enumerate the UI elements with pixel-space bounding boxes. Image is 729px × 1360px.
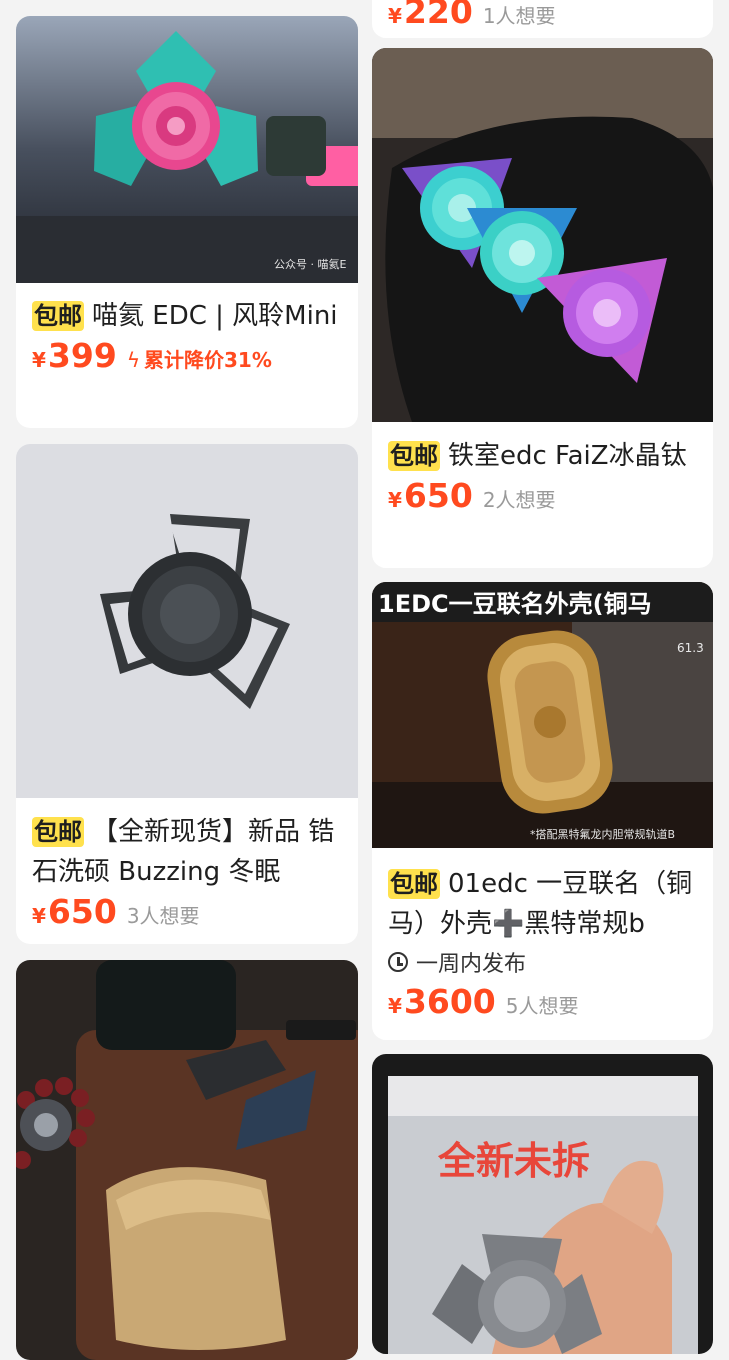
product-title: 包邮 01edc 一豆联名（铜马）外壳➕黑特常规b: [388, 864, 697, 944]
want-count: 2人想要: [482, 488, 556, 512]
price-row: ¥ 650 2人想要: [388, 476, 697, 515]
price: 3600: [403, 982, 496, 1021]
product-image[interactable]: 全新未拆: [372, 1054, 713, 1354]
free-shipping-tag: 包邮: [32, 817, 84, 847]
price-row: ¥ 650 3人想要: [32, 892, 342, 931]
overlay-text: 全新未拆: [437, 1139, 590, 1183]
want-count: 5人想要: [505, 994, 579, 1018]
price: 399: [47, 336, 117, 375]
want-count: 3人想要: [126, 904, 200, 928]
free-shipping-tag: 包邮: [388, 869, 440, 899]
product-title-text: 喵氦 EDC | 风聆Mini: [92, 301, 338, 331]
product-card-buzzing[interactable]: 包邮 【全新现货】新品 锆石洗硕 Buzzing 冬眠 ¥ 650 3人想要: [16, 444, 358, 944]
product-image[interactable]: [16, 444, 358, 798]
fidget-spinner-image: [16, 444, 358, 798]
clock-icon: [388, 952, 408, 972]
fidget-spinner-image: 公众号 · 喵氦E: [16, 16, 358, 283]
price-row: ¥ 220 1人想要: [388, 0, 697, 31]
watermark: 公众号 · 喵氦E: [274, 257, 346, 271]
currency-symbol: ¥: [388, 4, 402, 28]
product-card-new-sealed[interactable]: 全新未拆: [372, 1054, 713, 1354]
price-row: ¥ 399 ϟ 累计降价31%: [32, 336, 342, 375]
publish-time-row: 一周内发布: [388, 946, 697, 978]
product-card-fengling-mini[interactable]: 公众号 · 喵氦E 包邮 喵氦 EDC | 风聆Mini ¥ 399 ϟ 累计降价…: [16, 16, 358, 428]
currency-symbol: ¥: [32, 904, 46, 928]
currency-symbol: ¥: [32, 348, 46, 372]
price-row: ¥ 3600 5人想要: [388, 982, 697, 1021]
currency-symbol: ¥: [388, 488, 402, 512]
product-card-edc-set[interactable]: [16, 960, 358, 1360]
publish-time: 一周内发布: [416, 952, 527, 977]
product-card-faiz[interactable]: 包邮 铁室edc FaiZ冰晶钛 ¥ 650 2人想要: [372, 48, 713, 568]
image-size-label: 61.3: [677, 641, 704, 655]
free-shipping-tag: 包邮: [32, 301, 84, 331]
fidget-spinner-image: [372, 48, 713, 422]
product-title: 包邮 喵氦 EDC | 风聆Mini: [32, 296, 342, 336]
hand-spinner-image: 全新未拆: [372, 1054, 713, 1354]
edc-set-image: [16, 960, 358, 1360]
image-caption-text: *搭配黑特氟龙内胆常规轨道B: [530, 827, 675, 841]
want-count: 1人想要: [482, 4, 556, 28]
price-drop-label: 累计降价31%: [144, 348, 272, 372]
product-title: 包邮 铁室edc FaiZ冰晶钛: [388, 436, 697, 476]
product-image[interactable]: [16, 960, 358, 1360]
lightning-icon: ϟ: [126, 348, 141, 372]
currency-symbol: ¥: [388, 994, 402, 1018]
price: 650: [403, 476, 473, 515]
edc-case-image: 1EDC一豆联名外壳(铜马 61.3 *搭配黑特氟龙内胆常规轨道B: [372, 582, 713, 848]
product-card-01edc[interactable]: 1EDC一豆联名外壳(铜马 61.3 *搭配黑特氟龙内胆常规轨道B 包邮 01ed…: [372, 582, 713, 1040]
price: 650: [47, 892, 117, 931]
product-title-text: 铁室edc FaiZ冰晶钛: [448, 441, 687, 471]
free-shipping-tag: 包邮: [388, 441, 440, 471]
image-banner-text: 1EDC一豆联名外壳(铜马: [378, 590, 652, 618]
product-image[interactable]: 公众号 · 喵氦E: [16, 16, 358, 283]
product-card-partial[interactable]: ¥ 220 1人想要: [372, 0, 713, 38]
product-title: 包邮 【全新现货】新品 锆石洗硕 Buzzing 冬眠: [32, 812, 342, 892]
price: 220: [403, 0, 473, 31]
product-image[interactable]: 1EDC一豆联名外壳(铜马 61.3 *搭配黑特氟龙内胆常规轨道B: [372, 582, 713, 848]
product-image[interactable]: [372, 48, 713, 422]
